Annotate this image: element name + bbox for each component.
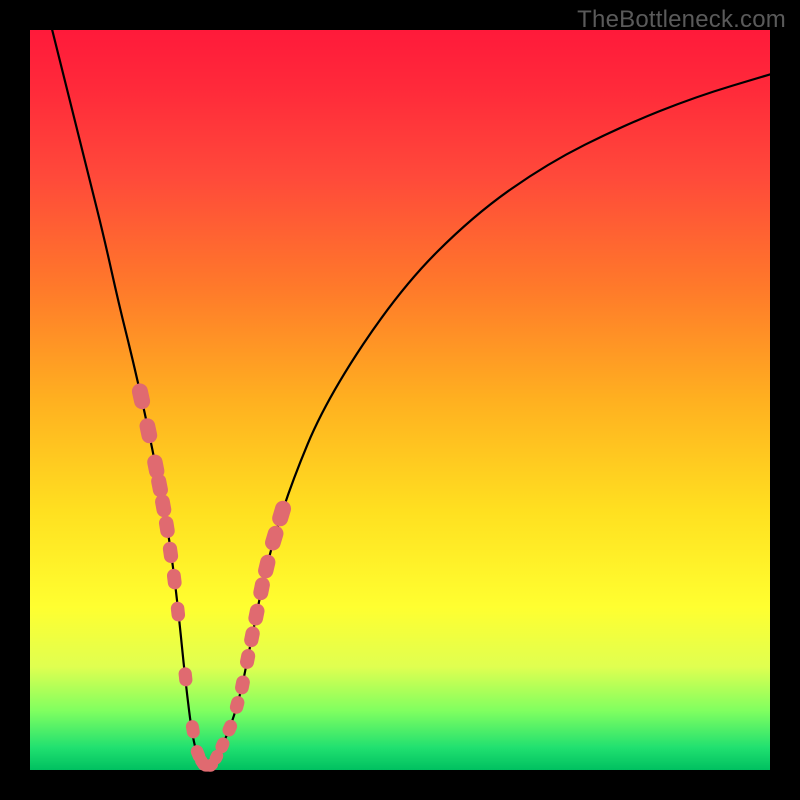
data-point-marker [158,515,176,539]
data-point-markers [130,382,293,774]
data-point-marker [247,602,266,626]
bottleneck-curve [52,30,770,768]
data-point-marker [178,667,193,687]
plot-area [30,30,770,770]
data-point-marker [252,576,271,601]
chart-svg [30,30,770,770]
data-point-marker [270,499,293,529]
data-point-marker [228,694,246,715]
data-point-marker [166,568,182,590]
data-point-marker [154,493,173,518]
data-point-marker [257,553,277,580]
chart-frame: TheBottleneck.com [0,0,800,800]
data-point-marker [239,648,257,670]
data-point-marker [243,625,261,648]
watermark-text: TheBottleneck.com [577,6,786,34]
data-point-marker [130,382,151,411]
data-point-marker [234,674,251,695]
data-point-marker [220,718,239,739]
data-point-marker [162,541,179,564]
data-point-marker [263,524,285,552]
data-point-marker [170,601,186,622]
data-point-marker [185,719,201,739]
data-point-marker [138,417,159,445]
